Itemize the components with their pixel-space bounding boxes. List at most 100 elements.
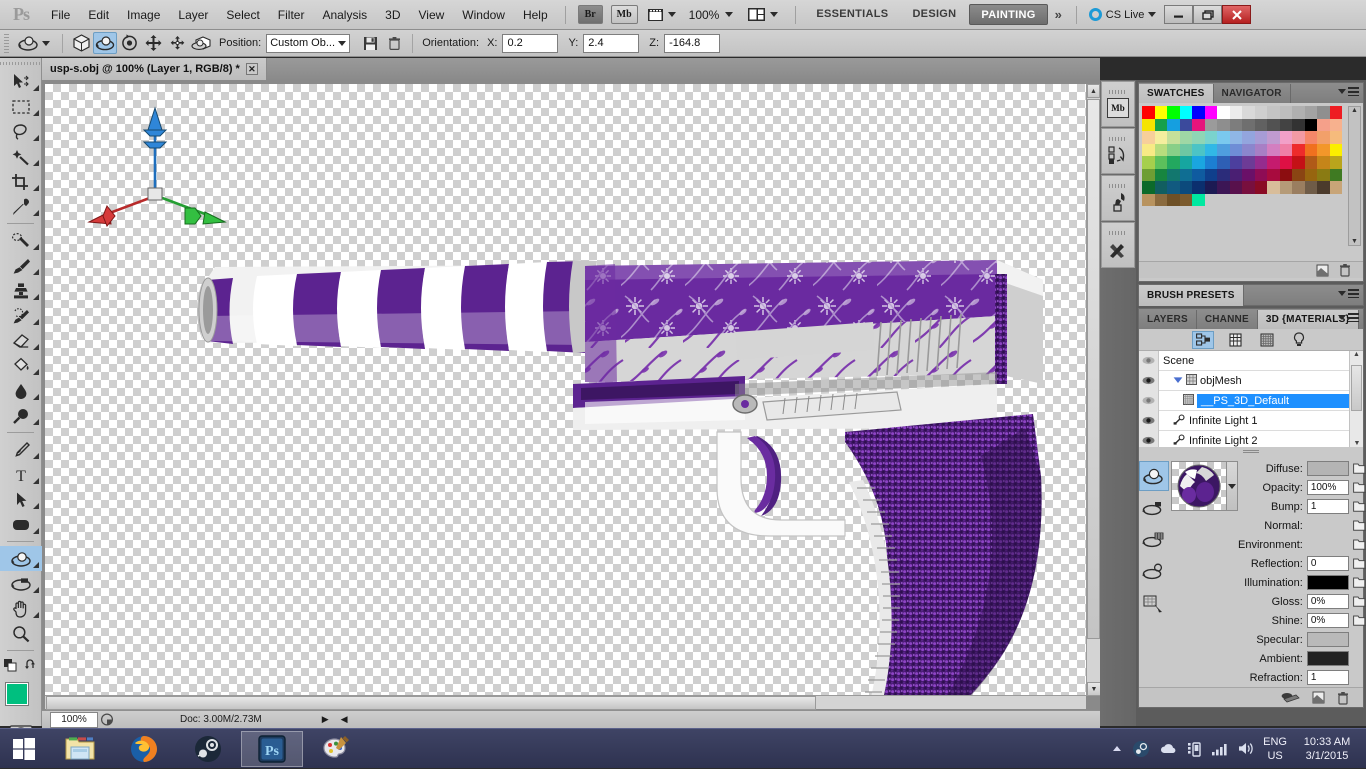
- crop-tool[interactable]: [0, 169, 42, 194]
- horizontal-scroll-thumb[interactable]: [46, 696, 816, 710]
- color-swatch[interactable]: [1204, 181, 1217, 194]
- signal-icon[interactable]: [1211, 742, 1228, 756]
- show-hidden-icons-icon[interactable]: [1111, 743, 1123, 755]
- tab-channels[interactable]: CHANNE: [1196, 310, 1258, 329]
- color-swatch[interactable]: [1192, 168, 1205, 181]
- color-swatch[interactable]: [1217, 118, 1230, 131]
- document-tab[interactable]: usp-s.obj @ 100% (Layer 1, RGB/8) * ✕: [42, 58, 267, 80]
- material-mesh-tool[interactable]: [1139, 525, 1169, 555]
- color-swatch[interactable]: [1304, 193, 1317, 206]
- material-drop-tool[interactable]: [1139, 461, 1169, 491]
- blur-tool[interactable]: [0, 378, 42, 403]
- color-swatch[interactable]: [1192, 131, 1205, 144]
- expander-triangle-icon[interactable]: [1173, 375, 1183, 387]
- view-extras-button[interactable]: [647, 7, 676, 23]
- eyedropper-tool[interactable]: [0, 194, 42, 219]
- color-swatch[interactable]: [1292, 193, 1305, 206]
- swap-colors-icon[interactable]: [24, 658, 38, 672]
- color-swatch[interactable]: [1317, 143, 1330, 156]
- color-swatch[interactable]: [1317, 156, 1330, 169]
- 3d-axis-widget[interactable]: [87, 106, 227, 227]
- onedrive-icon[interactable]: [1159, 742, 1178, 756]
- color-swatch[interactable]: [1267, 181, 1280, 194]
- delete-position-button[interactable]: [382, 32, 406, 54]
- color-swatch[interactable]: [1167, 118, 1180, 131]
- lasso-tool[interactable]: [0, 119, 42, 144]
- color-swatch[interactable]: [1267, 156, 1280, 169]
- color-swatch[interactable]: [1267, 193, 1280, 206]
- color-swatch[interactable]: [1204, 106, 1217, 119]
- color-swatch[interactable]: [1292, 131, 1305, 144]
- color-swatch[interactable]: [1242, 118, 1255, 131]
- brush-panel-button[interactable]: [1101, 175, 1135, 221]
- color-swatch[interactable]: [1304, 118, 1317, 131]
- arrange-documents-button[interactable]: [747, 7, 779, 23]
- folder-icon[interactable]: [1353, 595, 1366, 609]
- material-preview-thumbnail[interactable]: [1171, 461, 1227, 511]
- color-swatch[interactable]: [1254, 156, 1267, 169]
- swatches-panel-menu-button[interactable]: [1338, 87, 1359, 96]
- launch-bridge-button[interactable]: Br: [577, 5, 603, 24]
- material-select-tool[interactable]: [1139, 557, 1169, 587]
- color-swatch[interactable]: [1304, 156, 1317, 169]
- taskbar-firefox[interactable]: [113, 731, 175, 767]
- color-swatch[interactable]: [1267, 168, 1280, 181]
- launch-mini-bridge-button[interactable]: Mb: [610, 5, 638, 24]
- cs-live-button[interactable]: CS Live: [1088, 8, 1157, 21]
- color-swatch[interactable]: [1329, 131, 1342, 144]
- color-swatch[interactable]: [1317, 181, 1330, 194]
- scene-list-scroll-thumb[interactable]: [1351, 365, 1362, 411]
- color-swatch[interactable]: [1154, 156, 1167, 169]
- color-swatch[interactable]: [1329, 106, 1342, 119]
- close-button[interactable]: [1222, 5, 1252, 24]
- property-value-input[interactable]: 0%: [1306, 613, 1349, 628]
- color-swatch[interactable]: [1179, 118, 1192, 131]
- color-swatch[interactable]: [1242, 131, 1255, 144]
- color-swatch[interactable]: [1329, 118, 1342, 131]
- color-swatch[interactable]: [1292, 143, 1305, 156]
- color-swatch[interactable]: [1179, 106, 1192, 119]
- gradient-tool[interactable]: [0, 353, 42, 378]
- menu-help[interactable]: Help: [514, 0, 557, 30]
- color-swatch[interactable]: [1304, 106, 1317, 119]
- workspace-essentials[interactable]: ESSENTIALS: [805, 4, 899, 25]
- status-collapse-arrow[interactable]: ◀: [341, 714, 348, 725]
- current-tool-icon[interactable]: [14, 32, 42, 55]
- more-workspaces-button[interactable]: »: [1049, 7, 1068, 22]
- scroll-up-arrow[interactable]: ▲: [1349, 107, 1360, 114]
- color-swatch[interactable]: [1167, 193, 1180, 206]
- taskbar-file-explorer[interactable]: [49, 731, 111, 767]
- color-swatch[interactable]: [1204, 156, 1217, 169]
- color-swatch[interactable]: [1142, 131, 1155, 144]
- color-swatch[interactable]: [1317, 118, 1330, 131]
- visibility-toggle[interactable]: [1139, 410, 1159, 431]
- orientation-z-input[interactable]: -164.8: [664, 33, 721, 53]
- color-swatch[interactable]: [1267, 143, 1280, 156]
- color-swatch[interactable]: [1279, 106, 1292, 119]
- swatches-scrollbar[interactable]: ▲ ▼: [1348, 106, 1361, 246]
- color-swatch[interactable]: [1229, 156, 1242, 169]
- color-swatch[interactable]: [1292, 181, 1305, 194]
- tools-panel-grip[interactable]: [0, 58, 41, 69]
- menu-3d[interactable]: 3D: [376, 0, 409, 30]
- three-d-panel-menu-button[interactable]: [1338, 313, 1359, 322]
- history-brush-tool[interactable]: [0, 303, 42, 328]
- property-value-input[interactable]: 1: [1306, 499, 1349, 514]
- status-expand-arrow[interactable]: ▶: [322, 714, 329, 725]
- scene-tree-list[interactable]: Scene objMesh __PS_3D_Default Infinite Ligh…: [1139, 351, 1363, 447]
- menu-analysis[interactable]: Analysis: [313, 0, 376, 30]
- scroll-down-arrow[interactable]: ▼: [1350, 440, 1363, 447]
- color-swatch[interactable]: [1217, 193, 1230, 206]
- color-swatch[interactable]: [1254, 131, 1267, 144]
- tool-preset-chevron-icon[interactable]: [42, 40, 50, 46]
- tab-brush-presets[interactable]: BRUSH PRESETS: [1139, 284, 1244, 306]
- color-swatch[interactable]: [1142, 156, 1155, 169]
- folder-icon[interactable]: [1353, 557, 1366, 571]
- color-swatch[interactable]: [1179, 156, 1192, 169]
- folder-icon[interactable]: [1353, 538, 1366, 552]
- scroll-down-arrow[interactable]: ▼: [1087, 682, 1101, 696]
- save-position-button[interactable]: [358, 32, 382, 54]
- new-material-icon[interactable]: [1312, 691, 1325, 704]
- color-swatch[interactable]: [1229, 193, 1242, 206]
- visibility-toggle[interactable]: [1139, 390, 1159, 411]
